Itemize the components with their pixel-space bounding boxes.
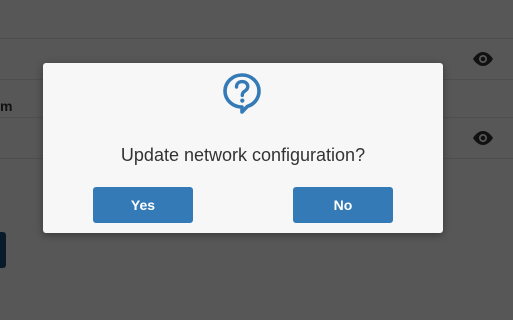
dialog-message: Update network configuration? <box>120 145 366 165</box>
no-button[interactable]: No <box>293 187 393 223</box>
page: m Update network configuration? Yes No <box>0 0 513 320</box>
yes-button[interactable]: Yes <box>93 187 193 223</box>
confirm-dialog: Update network configuration? Yes No <box>43 63 443 233</box>
question-bubble-icon <box>223 73 261 114</box>
